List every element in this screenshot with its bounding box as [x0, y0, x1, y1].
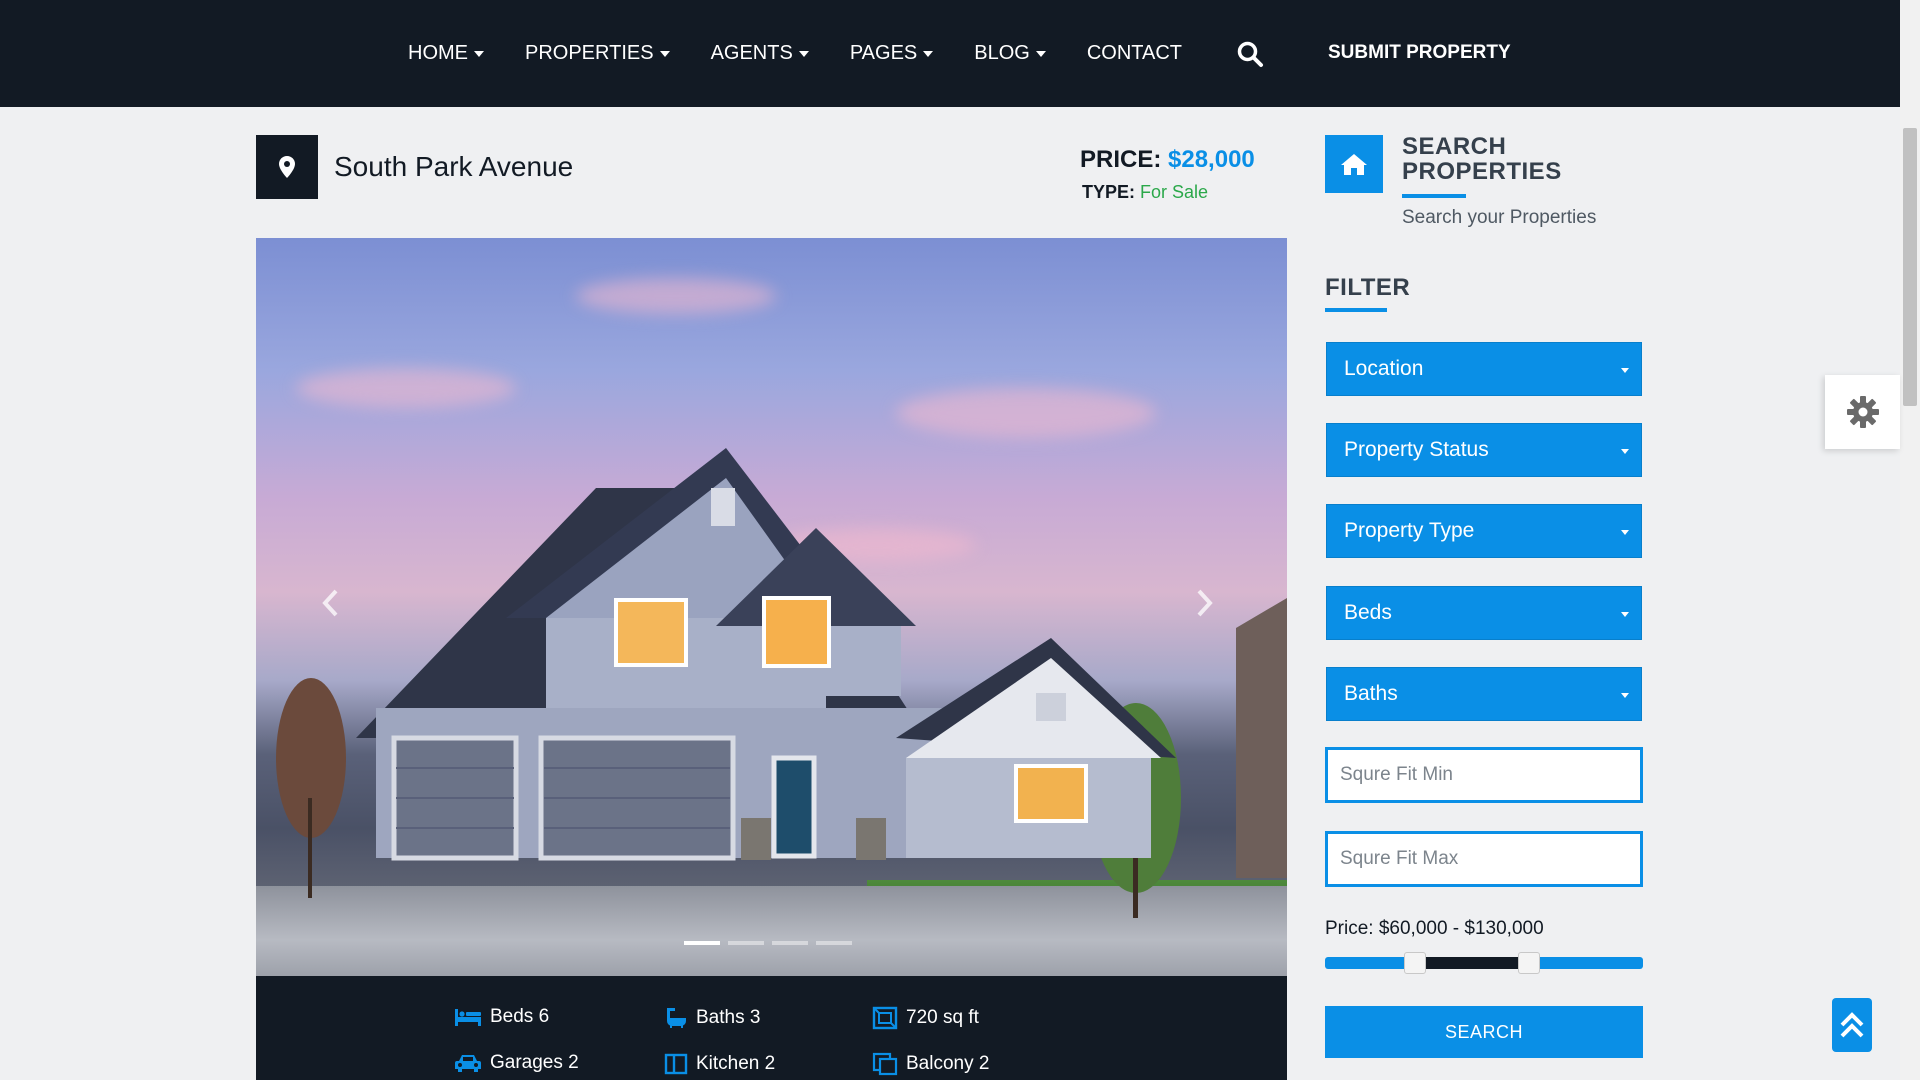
house-illustration [276, 448, 1287, 918]
price-label: PRICE: [1080, 146, 1162, 173]
nav-properties-label: PROPERTIES [525, 42, 654, 64]
nav-contact[interactable]: CONTACT [1087, 42, 1182, 65]
feature-area-label: 720 sq ft [906, 1007, 979, 1028]
bed-icon [455, 1009, 481, 1026]
scrollbar-thumb[interactable] [1903, 128, 1917, 406]
beds-select[interactable]: Beds [1326, 586, 1642, 640]
nav-pages[interactable]: PAGES [849, 42, 934, 65]
carousel-indicators [684, 941, 852, 945]
sqft-min-input[interactable] [1325, 747, 1643, 803]
nav-agents-label: AGENTS [710, 42, 793, 64]
gear-icon [1846, 396, 1879, 428]
title-underline [1402, 194, 1466, 198]
property-status-select-label: Property Status [1344, 438, 1489, 461]
chevron-down-icon [1621, 449, 1629, 454]
home-icon [1325, 135, 1383, 193]
nav-home-label: HOME [408, 42, 468, 64]
price-slider-max-handle[interactable] [1518, 952, 1540, 974]
sidebar-title: SEARCH PROPERTIES [1402, 134, 1562, 184]
carousel-indicator-1[interactable] [684, 941, 720, 945]
chevron-down-icon [1621, 693, 1629, 698]
property-status-select[interactable]: Property Status [1326, 423, 1642, 477]
baths-select-label: Baths [1344, 682, 1398, 705]
nav-blog-label: BLOG [974, 42, 1030, 64]
feature-beds-label: Beds 6 [490, 1006, 550, 1027]
property-title: South Park Avenue [334, 151, 574, 182]
car-icon [455, 1055, 481, 1072]
price-slider-range [1415, 957, 1529, 969]
nav-agents[interactable]: AGENTS [711, 42, 809, 65]
feature-baths-label: Baths 3 [696, 1007, 761, 1028]
feature-kitchen-label: Kitchen 2 [696, 1053, 776, 1074]
search-button[interactable]: SEARCH [1325, 1006, 1643, 1058]
feature-garages: Garages 2 [454, 1052, 579, 1074]
price-slider-min-handle[interactable] [1404, 952, 1426, 974]
location-select-label: Location [1344, 357, 1424, 380]
beds-select-label: Beds [1344, 601, 1392, 624]
caret-down-icon [1035, 50, 1046, 57]
top-navbar: HOME PROPERTIES AGENTS PAGES BLOG CONTAC… [0, 0, 1900, 107]
feature-baths: Baths 3 [664, 1006, 760, 1030]
area-icon [872, 1006, 898, 1030]
location-select[interactable]: Location [1326, 342, 1642, 396]
feature-beds: Beds 6 [454, 1006, 549, 1028]
page-scrollbar[interactable] [1900, 0, 1920, 1080]
carousel-indicator-3[interactable] [772, 941, 808, 945]
feature-balcony: Balcony 2 [872, 1052, 989, 1076]
sidebar-title-line1: SEARCH [1402, 133, 1507, 160]
type-label: TYPE: [1082, 182, 1136, 202]
feature-garages-label: Garages 2 [490, 1052, 579, 1073]
settings-toggle[interactable] [1825, 375, 1900, 449]
feature-area: 720 sq ft [872, 1006, 979, 1030]
caret-down-icon [474, 50, 484, 57]
feature-kitchen: Kitchen 2 [664, 1052, 775, 1076]
bath-icon [667, 1008, 686, 1028]
carousel-next-button[interactable] [1189, 583, 1219, 623]
feature-balcony-label: Balcony 2 [906, 1053, 990, 1074]
search-icon[interactable] [1236, 40, 1264, 68]
balcony-icon [872, 1052, 898, 1076]
price-range-label: Price: $60,000 - $130,000 [1325, 918, 1544, 939]
nav-blog[interactable]: BLOG [974, 42, 1046, 65]
sidebar-title-line2: PROPERTIES [1402, 158, 1562, 185]
price-value: $28,000 [1168, 146, 1255, 173]
double-chevron-up-icon [1840, 1012, 1864, 1038]
property-type-select[interactable]: Property Type [1326, 504, 1642, 558]
carousel-indicator-4[interactable] [816, 941, 852, 945]
type-value: For Sale [1140, 182, 1209, 202]
caret-down-icon [659, 50, 670, 57]
kitchen-icon [664, 1053, 688, 1075]
nav-properties[interactable]: PROPERTIES [525, 42, 670, 65]
carousel-prev-button[interactable] [316, 583, 346, 623]
baths-select[interactable]: Baths [1326, 667, 1642, 721]
caret-down-icon [798, 50, 809, 57]
property-image-carousel[interactable] [256, 238, 1287, 976]
sidebar-subtitle: Search your Properties [1402, 207, 1597, 228]
location-pin-icon [256, 135, 318, 199]
filter-title: FILTER [1325, 274, 1411, 301]
property-price: PRICE: $28,000 [1080, 146, 1255, 174]
caret-down-icon [923, 50, 934, 57]
property-type: TYPE: For Sale [1082, 182, 1208, 203]
sqft-max-input[interactable] [1325, 831, 1643, 887]
nav-pages-label: PAGES [849, 42, 918, 64]
property-features: Beds 6 Baths 3 720 sq ft Garages 2 Kitch… [256, 976, 1287, 1080]
chevron-down-icon [1621, 612, 1629, 617]
chevron-down-icon [1621, 530, 1629, 535]
nav-home[interactable]: HOME [408, 42, 484, 65]
chevron-down-icon [1621, 368, 1629, 373]
filter-underline [1325, 308, 1387, 312]
submit-property-link[interactable]: SUBMIT PROPERTY [1328, 42, 1511, 64]
back-to-top-button[interactable] [1832, 998, 1872, 1052]
property-type-select-label: Property Type [1344, 519, 1475, 542]
carousel-indicator-2[interactable] [728, 941, 764, 945]
nav-contact-label: CONTACT [1086, 42, 1183, 64]
main-menu: HOME PROPERTIES AGENTS PAGES BLOG CONTAC… [408, 0, 1223, 107]
